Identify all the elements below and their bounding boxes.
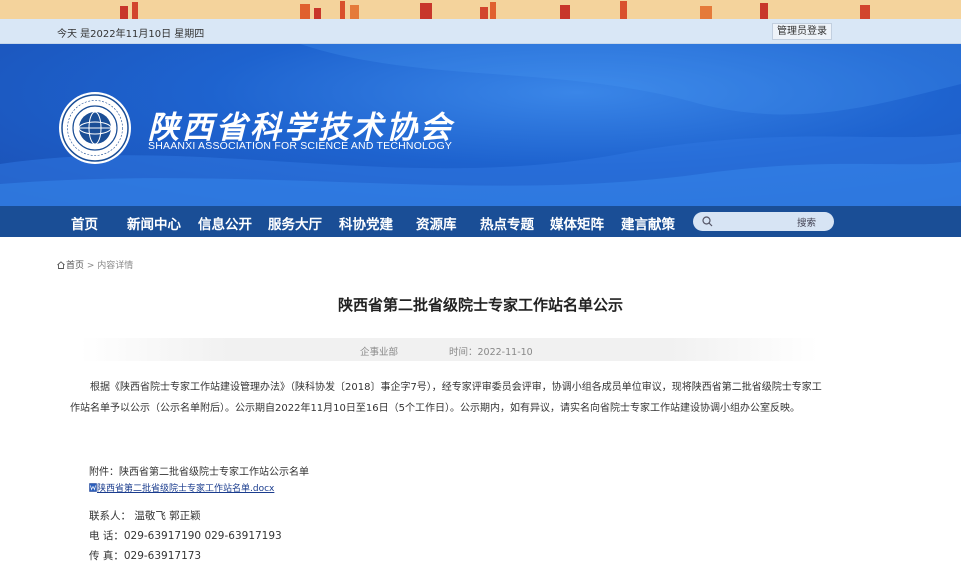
breadcrumb-separator: > xyxy=(84,261,98,271)
article-body-paragraph: 根据《陕西省院士专家工作站建设管理办法》（陕科协发〔2018〕事企字7号），经专… xyxy=(70,382,822,414)
breadcrumb-home-link[interactable]: 首页 xyxy=(66,261,84,271)
article-time: 时间：2022-11-10 xyxy=(449,347,533,358)
attachment-label: 附件：陕西省第二批省级院士专家工作站公示名单 xyxy=(89,467,309,478)
decorative-banner-strip xyxy=(0,0,961,19)
nav-item-info-disclosure[interactable]: 信息公开 xyxy=(198,213,252,233)
breadcrumb-current: 内容详情 xyxy=(97,261,134,271)
article-title: 陕西省第二批省级院士专家工作站名单公示 xyxy=(337,296,623,314)
nav-item-resource-library[interactable]: 资源库 xyxy=(416,213,457,233)
logo-english-name: SHAANXI ASSOCIATION FOR SCIENCE AND TECH… xyxy=(148,140,453,152)
attachment-file-link[interactable]: 陕西省第二批省级院士专家工作站名单.docx xyxy=(89,481,274,494)
contact-phone: 电 话：029-63917190 029-63917193 xyxy=(89,530,282,542)
word-document-icon xyxy=(89,483,97,492)
nav-item-news-center[interactable]: 新闻中心 xyxy=(127,213,181,233)
search-input[interactable] xyxy=(717,214,787,229)
nav-item-service-hall[interactable]: 服务大厅 xyxy=(268,213,322,233)
cast-emblem-icon xyxy=(59,92,131,164)
top-info-bar: 今天 是2022年11月10日 星期四 管理员登录 xyxy=(0,19,961,44)
contact-person: 联系人： 温敬飞 郭正颖 xyxy=(89,510,201,522)
nav-item-suggestions[interactable]: 建言献策 xyxy=(621,213,675,233)
site-header: 陕西省科学技术协会 SHAANXI ASSOCIATION FOR SCIENC… xyxy=(0,44,961,206)
main-navigation: 首页 新闻中心 信息公开 服务大厅 科协党建 资源库 热点专题 媒体矩阵 建言献… xyxy=(0,206,961,237)
contact-fax: 传 真：029-63917173 xyxy=(89,550,202,562)
search-icon xyxy=(702,216,713,227)
nav-item-party-building[interactable]: 科协党建 xyxy=(339,213,393,233)
search-box: 搜索 xyxy=(693,212,834,231)
attachment-file-name: 陕西省第二批省级院士专家工作站名单.docx xyxy=(97,484,275,494)
home-icon xyxy=(57,261,65,269)
nav-item-hot-topics[interactable]: 热点专题 xyxy=(480,213,534,233)
search-button[interactable]: 搜索 xyxy=(797,215,816,229)
admin-login-button[interactable]: 管理员登录 xyxy=(772,23,832,40)
header-wave-decoration xyxy=(0,44,961,206)
current-date: 今天 是2022年11月10日 星期四 xyxy=(57,29,205,40)
nav-item-home[interactable]: 首页 xyxy=(71,213,98,233)
breadcrumb: 首页 > 内容详情 xyxy=(57,258,133,271)
nav-item-media-matrix[interactable]: 媒体矩阵 xyxy=(550,213,604,233)
skyline-decoration xyxy=(0,0,961,19)
article-source: 企事业部 xyxy=(360,347,399,358)
article-meta-bar: 企事业部 时间：2022-11-10 xyxy=(80,338,818,361)
